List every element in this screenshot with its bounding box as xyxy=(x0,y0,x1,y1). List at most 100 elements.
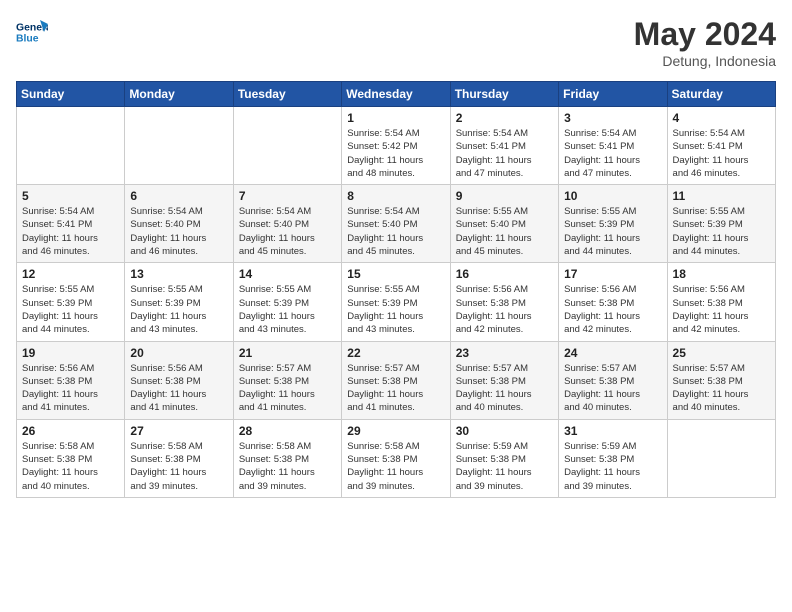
day-info: Sunrise: 5:56 AM Sunset: 5:38 PM Dayligh… xyxy=(564,283,661,336)
calendar-cell xyxy=(17,107,125,185)
day-number: 6 xyxy=(130,189,227,203)
calendar-cell: 23 Sunrise: 5:57 AM Sunset: 5:38 PM Dayli… xyxy=(450,341,558,419)
day-info: Sunrise: 5:55 AM Sunset: 5:39 PM Dayligh… xyxy=(564,205,661,258)
calendar-cell: 3Sunrise: 5:54 AM Sunset: 5:41 PM Daylig… xyxy=(559,107,667,185)
day-info: Sunrise: 5:55 AM Sunset: 5:39 PM Dayligh… xyxy=(239,283,336,336)
day-number: 10 xyxy=(564,189,661,203)
day-info: Sunrise: 5:54 AM Sunset: 5:41 PM Dayligh… xyxy=(22,205,119,258)
calendar-cell: 17 Sunrise: 5:56 AM Sunset: 5:38 PM Dayli… xyxy=(559,263,667,341)
calendar-cell: 10 Sunrise: 5:55 AM Sunset: 5:39 PM Dayli… xyxy=(559,185,667,263)
weekday-header-wednesday: Wednesday xyxy=(342,82,450,107)
page-header: General Blue May 2024 Detung, Indonesia xyxy=(16,16,776,69)
day-info: Sunrise: 5:59 AM Sunset: 5:38 PM Dayligh… xyxy=(564,440,661,493)
day-info: Sunrise: 5:54 AM Sunset: 5:40 PM Dayligh… xyxy=(130,205,227,258)
calendar-cell: 19Sunrise: 5:56 AM Sunset: 5:38 PM Dayli… xyxy=(17,341,125,419)
calendar-week-row: 5 Sunrise: 5:54 AM Sunset: 5:41 PM Daylig… xyxy=(17,185,776,263)
day-number: 23 xyxy=(456,346,553,360)
day-info: Sunrise: 5:59 AM Sunset: 5:38 PM Dayligh… xyxy=(456,440,553,493)
day-number: 20 xyxy=(130,346,227,360)
calendar-cell: 25 Sunrise: 5:57 AM Sunset: 5:38 PM Dayli… xyxy=(667,341,775,419)
calendar-cell: 12 Sunrise: 5:55 AM Sunset: 5:39 PM Dayli… xyxy=(17,263,125,341)
day-info: Sunrise: 5:54 AM Sunset: 5:41 PM Dayligh… xyxy=(456,127,553,180)
day-number: 1 xyxy=(347,111,444,125)
day-number: 24 xyxy=(564,346,661,360)
calendar-cell: 7 Sunrise: 5:54 AM Sunset: 5:40 PM Daylig… xyxy=(233,185,341,263)
day-info: Sunrise: 5:55 AM Sunset: 5:39 PM Dayligh… xyxy=(22,283,119,336)
day-info: Sunrise: 5:57 AM Sunset: 5:38 PM Dayligh… xyxy=(673,362,770,415)
calendar-cell: 21 Sunrise: 5:57 AM Sunset: 5:38 PM Dayli… xyxy=(233,341,341,419)
calendar-cell: 20Sunrise: 5:56 AM Sunset: 5:38 PM Dayli… xyxy=(125,341,233,419)
calendar-cell: 26 Sunrise: 5:58 AM Sunset: 5:38 PM Dayli… xyxy=(17,419,125,497)
day-number: 12 xyxy=(22,267,119,281)
calendar-cell: 27 Sunrise: 5:58 AM Sunset: 5:38 PM Dayli… xyxy=(125,419,233,497)
calendar-cell xyxy=(233,107,341,185)
day-info: Sunrise: 5:54 AM Sunset: 5:41 PM Dayligh… xyxy=(564,127,661,180)
day-info: Sunrise: 5:55 AM Sunset: 5:39 PM Dayligh… xyxy=(130,283,227,336)
calendar-cell: 30 Sunrise: 5:59 AM Sunset: 5:38 PM Dayli… xyxy=(450,419,558,497)
day-info: Sunrise: 5:57 AM Sunset: 5:38 PM Dayligh… xyxy=(239,362,336,415)
day-number: 8 xyxy=(347,189,444,203)
calendar-cell: 29Sunrise: 5:58 AM Sunset: 5:38 PM Dayli… xyxy=(342,419,450,497)
day-number: 31 xyxy=(564,424,661,438)
calendar-table: SundayMondayTuesdayWednesdayThursdayFrid… xyxy=(16,81,776,498)
day-info: Sunrise: 5:56 AM Sunset: 5:38 PM Dayligh… xyxy=(673,283,770,336)
logo: General Blue xyxy=(16,16,48,48)
calendar-cell: 24Sunrise: 5:57 AM Sunset: 5:38 PM Dayli… xyxy=(559,341,667,419)
weekday-header-saturday: Saturday xyxy=(667,82,775,107)
calendar-cell: 16Sunrise: 5:56 AM Sunset: 5:38 PM Dayli… xyxy=(450,263,558,341)
day-number: 27 xyxy=(130,424,227,438)
day-info: Sunrise: 5:58 AM Sunset: 5:38 PM Dayligh… xyxy=(347,440,444,493)
calendar-cell: 4Sunrise: 5:54 AM Sunset: 5:41 PM Daylig… xyxy=(667,107,775,185)
day-number: 7 xyxy=(239,189,336,203)
day-info: Sunrise: 5:57 AM Sunset: 5:38 PM Dayligh… xyxy=(347,362,444,415)
calendar-cell: 5 Sunrise: 5:54 AM Sunset: 5:41 PM Daylig… xyxy=(17,185,125,263)
day-info: Sunrise: 5:55 AM Sunset: 5:39 PM Dayligh… xyxy=(347,283,444,336)
weekday-header-tuesday: Tuesday xyxy=(233,82,341,107)
weekday-header-row: SundayMondayTuesdayWednesdayThursdayFrid… xyxy=(17,82,776,107)
calendar-week-row: 1 Sunrise: 5:54 AM Sunset: 5:42 PM Daylig… xyxy=(17,107,776,185)
calendar-week-row: 19Sunrise: 5:56 AM Sunset: 5:38 PM Dayli… xyxy=(17,341,776,419)
month-title: May 2024 xyxy=(634,16,776,53)
day-number: 11 xyxy=(673,189,770,203)
day-info: Sunrise: 5:58 AM Sunset: 5:38 PM Dayligh… xyxy=(239,440,336,493)
weekday-header-thursday: Thursday xyxy=(450,82,558,107)
day-number: 30 xyxy=(456,424,553,438)
calendar-cell xyxy=(125,107,233,185)
day-number: 2 xyxy=(456,111,553,125)
day-info: Sunrise: 5:57 AM Sunset: 5:38 PM Dayligh… xyxy=(456,362,553,415)
day-number: 21 xyxy=(239,346,336,360)
calendar-cell: 28Sunrise: 5:58 AM Sunset: 5:38 PM Dayli… xyxy=(233,419,341,497)
calendar-cell: 22 Sunrise: 5:57 AM Sunset: 5:38 PM Dayli… xyxy=(342,341,450,419)
day-info: Sunrise: 5:58 AM Sunset: 5:38 PM Dayligh… xyxy=(22,440,119,493)
day-number: 14 xyxy=(239,267,336,281)
calendar-cell: 18 Sunrise: 5:56 AM Sunset: 5:38 PM Dayli… xyxy=(667,263,775,341)
calendar-cell xyxy=(667,419,775,497)
calendar-cell: 31 Sunrise: 5:59 AM Sunset: 5:38 PM Dayli… xyxy=(559,419,667,497)
calendar-cell: 11Sunrise: 5:55 AM Sunset: 5:39 PM Dayli… xyxy=(667,185,775,263)
day-info: Sunrise: 5:54 AM Sunset: 5:42 PM Dayligh… xyxy=(347,127,444,180)
day-info: Sunrise: 5:54 AM Sunset: 5:40 PM Dayligh… xyxy=(239,205,336,258)
day-number: 25 xyxy=(673,346,770,360)
location: Detung, Indonesia xyxy=(634,53,776,69)
calendar-cell: 13 Sunrise: 5:55 AM Sunset: 5:39 PM Dayli… xyxy=(125,263,233,341)
calendar-cell: 1 Sunrise: 5:54 AM Sunset: 5:42 PM Daylig… xyxy=(342,107,450,185)
calendar-cell: 8Sunrise: 5:54 AM Sunset: 5:40 PM Daylig… xyxy=(342,185,450,263)
title-block: May 2024 Detung, Indonesia xyxy=(634,16,776,69)
day-number: 26 xyxy=(22,424,119,438)
day-info: Sunrise: 5:58 AM Sunset: 5:38 PM Dayligh… xyxy=(130,440,227,493)
day-info: Sunrise: 5:56 AM Sunset: 5:38 PM Dayligh… xyxy=(456,283,553,336)
calendar-cell: 6 Sunrise: 5:54 AM Sunset: 5:40 PM Daylig… xyxy=(125,185,233,263)
day-number: 22 xyxy=(347,346,444,360)
calendar-cell: 15Sunrise: 5:55 AM Sunset: 5:39 PM Dayli… xyxy=(342,263,450,341)
svg-text:Blue: Blue xyxy=(16,34,39,45)
day-number: 18 xyxy=(673,267,770,281)
day-number: 5 xyxy=(22,189,119,203)
calendar-week-row: 12 Sunrise: 5:55 AM Sunset: 5:39 PM Dayli… xyxy=(17,263,776,341)
day-info: Sunrise: 5:55 AM Sunset: 5:40 PM Dayligh… xyxy=(456,205,553,258)
calendar-cell: 14 Sunrise: 5:55 AM Sunset: 5:39 PM Dayli… xyxy=(233,263,341,341)
day-number: 17 xyxy=(564,267,661,281)
calendar-cell: 2 Sunrise: 5:54 AM Sunset: 5:41 PM Daylig… xyxy=(450,107,558,185)
day-number: 13 xyxy=(130,267,227,281)
logo-icon: General Blue xyxy=(16,16,48,48)
day-number: 4 xyxy=(673,111,770,125)
